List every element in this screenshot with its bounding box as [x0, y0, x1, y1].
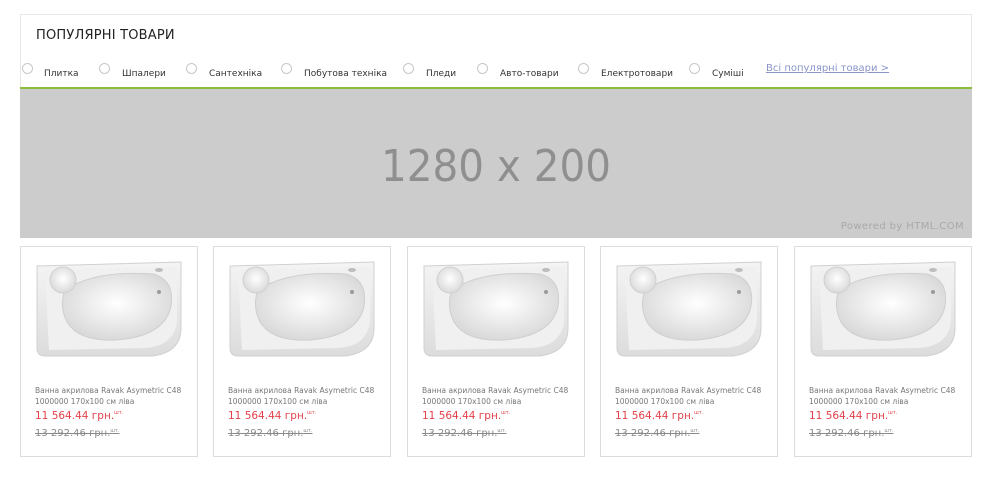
tab-label: Плитка	[44, 69, 79, 79]
price-unit: шт.	[307, 410, 317, 416]
product-old-price: 13 292.46 грн.шт.	[422, 428, 506, 439]
banner-powered-text: Powered by HTML.COM	[840, 221, 964, 232]
tab-label: Суміші	[712, 69, 744, 79]
tab-label: Електротовари	[601, 69, 674, 79]
product-price: 11 564.44 грн.шт.	[422, 410, 510, 422]
banner-size-text: 1280 x 200	[381, 141, 611, 192]
radio-icon[interactable]	[477, 63, 488, 74]
bathtub-image[interactable]	[35, 260, 183, 360]
all-popular-link[interactable]: Всі популярні товари >	[766, 63, 889, 74]
product-old-price: 13 292.46 грн.шт.	[615, 428, 699, 439]
category-tabs: Плитка Шпалери Сантехніка Побутова техні…	[21, 15, 971, 90]
product-card[interactable]: Ванна акрилова Ravak Asymetric C48 10000…	[794, 246, 972, 457]
old-price-unit: шт.	[497, 428, 507, 434]
tab-label: Сантехніка	[209, 69, 263, 79]
product-old-price: 13 292.46 грн.шт.	[35, 428, 119, 439]
product-card[interactable]: Ванна акрилова Ravak Asymetric C48 10000…	[20, 246, 198, 457]
product-price: 11 564.44 грн.шт.	[809, 410, 897, 422]
radio-icon[interactable]	[22, 63, 33, 74]
price-value: 11 564.44 грн.	[615, 410, 695, 422]
tab-label: Пледи	[426, 69, 457, 79]
old-price-unit: шт.	[303, 428, 313, 434]
radio-icon[interactable]	[689, 63, 700, 74]
product-old-price: 13 292.46 грн.шт.	[809, 428, 893, 439]
product-name[interactable]: Ванна акрилова Ravak Asymetric C48 10000…	[422, 385, 578, 407]
old-price-unit: шт.	[110, 428, 120, 434]
banner-placeholder[interactable]: 1280 x 200 Powered by HTML.COM	[20, 89, 972, 238]
old-price-value: 13 292.46 грн.	[228, 428, 304, 439]
product-name[interactable]: Ванна акрилова Ravak Asymetric C48 10000…	[809, 385, 965, 407]
radio-icon[interactable]	[186, 63, 197, 74]
price-unit: шт.	[888, 410, 898, 416]
bathtub-image[interactable]	[615, 260, 763, 360]
price-unit: шт.	[501, 410, 511, 416]
price-value: 11 564.44 грн.	[35, 410, 115, 422]
price-unit: шт.	[114, 410, 124, 416]
radio-icon[interactable]	[281, 63, 292, 74]
product-card[interactable]: Ванна акрилова Ravak Asymetric C48 10000…	[213, 246, 391, 457]
radio-icon[interactable]	[403, 63, 414, 74]
product-old-price: 13 292.46 грн.шт.	[228, 428, 312, 439]
product-name[interactable]: Ванна акрилова Ravak Asymetric C48 10000…	[228, 385, 384, 407]
radio-icon[interactable]	[99, 63, 110, 74]
price-value: 11 564.44 грн.	[228, 410, 308, 422]
product-name[interactable]: Ванна акрилова Ravak Asymetric C48 10000…	[615, 385, 771, 407]
old-price-unit: шт.	[884, 428, 894, 434]
product-card[interactable]: Ванна акрилова Ravak Asymetric C48 10000…	[600, 246, 778, 457]
tab-label: Побутова техніка	[304, 69, 388, 79]
product-name[interactable]: Ванна акрилова Ravak Asymetric C48 10000…	[35, 385, 191, 407]
product-card[interactable]: Ванна акрилова Ravak Asymetric C48 10000…	[407, 246, 585, 457]
product-price: 11 564.44 грн.шт.	[228, 410, 316, 422]
old-price-unit: шт.	[690, 428, 700, 434]
price-unit: шт.	[694, 410, 704, 416]
old-price-value: 13 292.46 грн.	[809, 428, 885, 439]
price-value: 11 564.44 грн.	[422, 410, 502, 422]
bathtub-image[interactable]	[228, 260, 376, 360]
tab-label: Шпалери	[122, 69, 166, 79]
bathtub-image[interactable]	[809, 260, 957, 360]
bathtub-image[interactable]	[422, 260, 570, 360]
radio-icon[interactable]	[578, 63, 589, 74]
old-price-value: 13 292.46 грн.	[35, 428, 111, 439]
product-price: 11 564.44 грн.шт.	[35, 410, 123, 422]
tab-label: Авто-товари	[500, 69, 559, 79]
popular-products-panel: ПОПУЛЯРНІ ТОВАРИ Плитка Шпалери Сантехні…	[20, 14, 972, 90]
product-list: Ванна акрилова Ravak Asymetric C48 10000…	[20, 246, 972, 457]
product-price: 11 564.44 грн.шт.	[615, 410, 703, 422]
price-value: 11 564.44 грн.	[809, 410, 889, 422]
old-price-value: 13 292.46 грн.	[615, 428, 691, 439]
old-price-value: 13 292.46 грн.	[422, 428, 498, 439]
